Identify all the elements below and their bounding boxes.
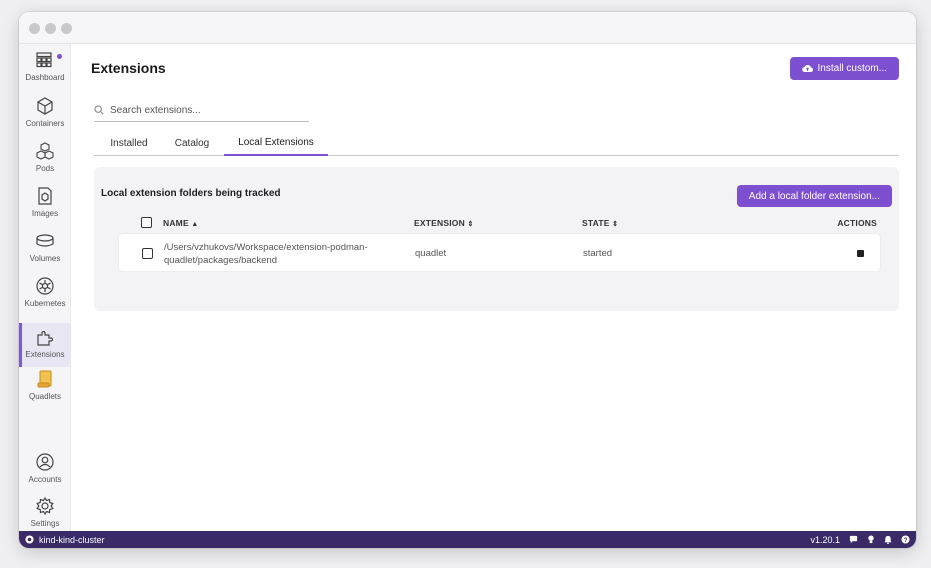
context-name: kind-kind-cluster (39, 534, 105, 545)
page-title: Extensions (91, 60, 166, 76)
images-icon (38, 187, 52, 205)
column-header-actions: ACTIONS (837, 218, 877, 228)
settings-icon (36, 496, 54, 516)
tab-local-extensions[interactable]: Local Extensions (224, 130, 328, 156)
search-icon (94, 105, 104, 115)
minimize-window-button[interactable] (45, 23, 56, 34)
column-header-extension[interactable]: EXTENSION ⇕ (414, 218, 474, 228)
add-local-folder-button[interactable]: Add a local folder extension... (736, 185, 892, 207)
sidebar-item-extensions[interactable]: Extensions (19, 323, 71, 367)
notification-dot (57, 54, 62, 59)
status-right: v1.20.1 ? (810, 535, 910, 545)
cloud-upload-icon (801, 65, 813, 73)
status-bar: kind-kind-cluster v1.20.1 ? (19, 531, 916, 548)
table-row: /Users/vzhukovs/Workspace/extension-podm… (118, 233, 881, 272)
select-all-checkbox[interactable] (141, 217, 152, 228)
sidebar-item-label: Dashboard (25, 73, 65, 82)
extensions-icon (37, 330, 54, 346)
local-extensions-panel: Local extension folders being tracked Ad… (94, 167, 899, 311)
sidebar-item-containers[interactable]: Containers (19, 96, 71, 140)
sidebar-item-label: Containers (25, 119, 65, 128)
pods-icon (36, 142, 54, 160)
install-custom-button[interactable]: Install custom... (789, 57, 899, 80)
accounts-icon (36, 453, 54, 471)
containers-icon (37, 97, 53, 115)
stop-icon[interactable] (857, 250, 864, 257)
volumes-icon (36, 234, 54, 247)
zoom-window-button[interactable] (61, 23, 72, 34)
kube-context[interactable]: kind-kind-cluster (25, 535, 105, 545)
sidebar-item-label: Pods (35, 164, 55, 173)
row-path-line1: /Users/vzhukovs/Workspace/extension-podm… (164, 242, 368, 253)
sidebar-item-label: Volumes (29, 254, 61, 263)
sidebar-item-label: Images (31, 209, 59, 218)
sort-icon: ⇕ (612, 221, 619, 228)
dashboard-icon (36, 52, 52, 68)
sort-icon: ⇕ (467, 221, 474, 228)
panel-title: Local extension folders being tracked (101, 188, 281, 199)
tab-catalog[interactable]: Catalog (172, 130, 212, 156)
column-extension-label: EXTENSION (414, 218, 465, 228)
sidebar-item-images[interactable]: Images (19, 186, 71, 230)
app-window: Dashboard Containers Pods Images Volumes… (19, 12, 916, 548)
sidebar: Dashboard Containers Pods Images Volumes… (19, 44, 71, 531)
row-state: started (583, 248, 613, 259)
column-header-name[interactable]: NAME ▲ (163, 218, 199, 228)
column-name-label: NAME (163, 218, 189, 228)
sidebar-item-accounts[interactable]: Accounts (19, 452, 71, 496)
column-header-state[interactable]: STATE ⇕ (582, 218, 618, 228)
search-box (94, 99, 309, 122)
bell-icon[interactable] (884, 535, 892, 544)
sidebar-item-dashboard[interactable]: Dashboard (19, 50, 71, 94)
tab-installed[interactable]: Installed (108, 130, 150, 156)
column-state-label: STATE (582, 218, 610, 228)
row-path-line2: quadlet/packages/backend (164, 255, 278, 266)
sidebar-item-label: Settings (30, 519, 60, 528)
sidebar-item-volumes[interactable]: Volumes (19, 231, 71, 275)
help-icon[interactable]: ? (901, 535, 910, 544)
sidebar-item-kubernetes[interactable]: Kubernetes (19, 276, 71, 320)
chat-icon[interactable] (849, 535, 858, 544)
sidebar-item-label: Extensions (25, 350, 65, 359)
sidebar-item-label: Kubernetes (24, 299, 66, 308)
sidebar-item-label: Accounts (28, 475, 62, 484)
row-checkbox[interactable] (142, 248, 153, 259)
search-input[interactable] (110, 104, 290, 116)
version-label: v1.20.1 (810, 534, 840, 545)
sort-asc-icon: ▲ (191, 221, 199, 228)
title-bar (19, 12, 916, 44)
sidebar-item-pods[interactable]: Pods (19, 141, 71, 185)
kubernetes-icon (36, 277, 54, 295)
tab-bar: Installed Catalog Local Extensions (94, 130, 899, 156)
quadlets-icon (37, 370, 52, 388)
close-window-button[interactable] (29, 23, 40, 34)
svg-text:?: ? (904, 537, 908, 544)
sidebar-item-quadlets[interactable]: Quadlets (19, 369, 71, 413)
lightbulb-icon[interactable] (867, 535, 875, 544)
main-content: Extensions Install custom... Installed C… (72, 44, 916, 531)
install-custom-label: Install custom... (817, 63, 887, 74)
row-extension: quadlet (415, 248, 447, 259)
sidebar-item-label: Quadlets (28, 392, 62, 401)
kubernetes-context-icon (25, 535, 34, 544)
row-path: /Users/vzhukovs/Workspace/extension-podm… (164, 241, 368, 267)
